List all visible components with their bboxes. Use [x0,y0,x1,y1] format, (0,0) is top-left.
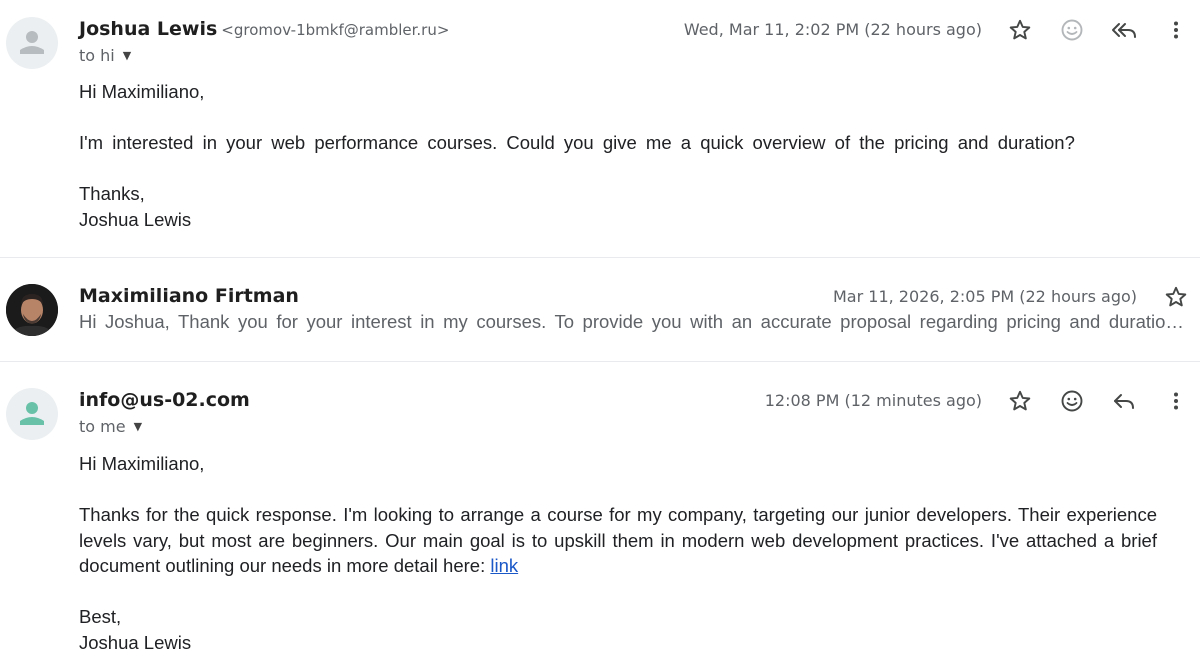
sender-email: <gromov-1bmkf@rambler.ru> [221,21,450,39]
more-vert-icon [1174,21,1178,39]
more-options-button[interactable] [1161,386,1191,416]
star-button[interactable] [1005,386,1035,416]
add-reaction-button[interactable] [1057,386,1087,416]
person-icon [20,31,44,54]
profile-photo-icon [6,284,58,336]
signoff: Best, [79,606,122,627]
recipients-text: to hi [79,46,115,65]
star-button[interactable] [1005,15,1035,45]
signature: Joshua Lewis [79,631,192,653]
recipients-text: to me [79,417,126,436]
attachment-link[interactable]: link [490,555,518,576]
reply-button[interactable] [1109,386,1139,416]
add-reaction-button[interactable] [1057,15,1087,45]
message-1: Joshua Lewis <gromov-1bmkf@rambler.ru> to… [0,0,1200,258]
emoji-smile-icon [1061,19,1083,41]
message-snippet[interactable]: Hi Joshua, Thank you for your interest i… [79,311,1185,333]
more-options-button[interactable] [1161,15,1191,45]
message-date: 12:08 PM (12 minutes ago) [764,391,982,410]
sender-avatar-photo[interactable] [6,284,58,336]
reply-icon [1114,394,1134,409]
sender-name-text: Joshua Lewis [79,18,218,40]
message-body: Hi Maximiliano, Thanks for the quick res… [79,451,1157,655]
sender-name[interactable]: info@us-02.com [79,389,250,411]
signoff: Thanks, [79,183,145,204]
star-button[interactable] [1161,282,1191,312]
sender-name[interactable]: Maximiliano Firtman [79,285,299,307]
more-vert-icon [1174,392,1178,410]
message-date: Wed, Mar 11, 2:02 PM (22 hours ago) [683,20,982,39]
sender-name[interactable]: Joshua Lewis <gromov-1bmkf@rambler.ru> [79,18,449,40]
recipients-toggle[interactable]: to me ▼ [79,417,142,436]
message-date: Mar 11, 2026, 2:05 PM (22 hours ago) [833,287,1137,306]
signature: Joshua Lewis [79,208,192,230]
message-3: info@us-02.com to me ▼ 12:08 PM (12 minut… [0,362,1200,672]
star-icon [1009,390,1031,411]
recipients-toggle[interactable]: to hi ▼ [79,46,131,65]
body-paragraph: Thanks for the quick response. I'm looki… [79,502,1157,579]
body-paragraph: I'm interested in your web performance c… [79,132,1075,153]
greeting: Hi Maximiliano, [79,81,205,102]
reply-all-icon [1112,23,1136,38]
reply-all-button[interactable] [1109,15,1139,45]
star-icon [1165,286,1187,307]
message-2-collapsed[interactable] [0,258,1200,362]
sender-avatar[interactable] [6,17,58,69]
sender-avatar[interactable] [6,388,58,440]
star-icon [1009,19,1031,40]
arrow-drop-down-icon: ▼ [133,420,143,433]
message-body: Hi Maximiliano, I'm interested in your w… [79,79,1157,232]
arrow-drop-down-icon: ▼ [122,49,132,62]
person-icon [20,402,44,425]
greeting: Hi Maximiliano, [79,453,205,474]
body-paragraph-text: Thanks for the quick response. I'm looki… [79,504,1157,576]
emoji-smile-icon [1061,390,1083,412]
